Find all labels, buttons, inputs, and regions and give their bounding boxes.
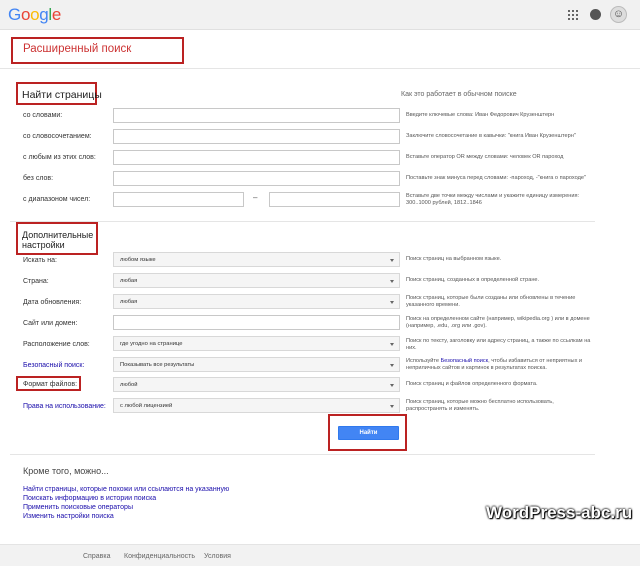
chevron-down-icon bbox=[390, 259, 394, 262]
more-link-operators[interactable]: Применить поисковые операторы bbox=[23, 504, 133, 511]
any-words-label: с любым из этих слов: bbox=[23, 154, 96, 161]
usage-rights-value: с любой лицензией bbox=[120, 403, 173, 409]
safe-search-hint-link[interactable]: Безопасный поиск bbox=[441, 358, 489, 364]
country-label: Страна: bbox=[23, 278, 49, 285]
account-avatar[interactable]: ☺ bbox=[610, 6, 627, 23]
apps-grid-icon[interactable] bbox=[568, 10, 578, 20]
chevron-down-icon bbox=[390, 280, 394, 283]
find-button[interactable]: Найти bbox=[338, 426, 399, 440]
country-select[interactable]: любая bbox=[113, 273, 400, 288]
all-words-input[interactable] bbox=[113, 108, 400, 123]
footer-link-privacy[interactable]: Конфиденциальность bbox=[124, 553, 195, 560]
none-words-input[interactable] bbox=[113, 171, 400, 186]
usage-rights-label[interactable]: Права на использование: bbox=[23, 403, 106, 410]
section-divider bbox=[10, 454, 595, 455]
safe-search-select[interactable]: Показывать все результаты bbox=[113, 357, 400, 372]
more-link-similar[interactable]: Найти страницы, которые похожи или ссыла… bbox=[23, 486, 229, 493]
any-words-hint: Вставьте оператор OR между словами: чело… bbox=[406, 154, 564, 160]
update-date-select[interactable]: любая bbox=[113, 294, 400, 309]
all-words-hint: Введите ключевые слова: Иван Федорович К… bbox=[406, 112, 555, 118]
more-link-history[interactable]: Поискать информацию в истории поиска bbox=[23, 495, 156, 502]
range-from-input[interactable] bbox=[113, 192, 244, 207]
number-range-hint: Вставьте две точки между числами и укажи… bbox=[406, 193, 580, 206]
logo-letter: G bbox=[8, 5, 21, 24]
chevron-down-icon bbox=[390, 364, 394, 367]
page-title: Расширенный поиск bbox=[23, 43, 132, 55]
exact-phrase-hint: Заключите словосочетание в кавычки: "кни… bbox=[406, 133, 576, 139]
more-link-settings[interactable]: Изменить настройки поиска bbox=[23, 513, 114, 520]
word-position-select[interactable]: где угодно на странице bbox=[113, 336, 400, 351]
range-to-input[interactable] bbox=[269, 192, 400, 207]
chevron-down-icon bbox=[390, 301, 394, 304]
range-dash: – bbox=[253, 193, 258, 202]
file-format-value: любой bbox=[120, 382, 138, 388]
site-domain-hint: Поиск на определенном сайте (например, w… bbox=[406, 316, 590, 329]
safe-search-hint-prefix: Используйте bbox=[406, 358, 441, 364]
language-select[interactable]: любом языке bbox=[113, 252, 400, 267]
footer: Справка Конфиденциальность Условия bbox=[0, 544, 640, 566]
usage-rights-hint: Поиск страниц, которые можно бесплатно и… bbox=[406, 399, 554, 412]
logo-letter: o bbox=[20, 5, 31, 24]
update-date-hint: Поиск страниц, которые были созданы или … bbox=[406, 295, 576, 308]
chevron-down-icon bbox=[390, 405, 394, 408]
safe-search-value: Показывать все результаты bbox=[120, 362, 195, 368]
usage-rights-select[interactable]: с любой лицензией bbox=[113, 398, 400, 413]
file-format-label: Формат файлов: bbox=[23, 381, 78, 388]
file-format-hint: Поиск страниц и файлов определенного фор… bbox=[406, 381, 538, 387]
exact-phrase-input[interactable] bbox=[113, 129, 400, 144]
google-logo[interactable]: Google bbox=[8, 5, 61, 25]
site-domain-input[interactable] bbox=[113, 315, 400, 330]
word-position-label: Расположение слов: bbox=[23, 341, 90, 348]
language-hint: Поиск страниц на выбранном языке. bbox=[406, 256, 502, 262]
country-hint: Поиск страниц, созданных в определенной … bbox=[406, 277, 540, 283]
none-words-label: без слов: bbox=[23, 175, 54, 182]
number-range-label: с диапазоном чисел: bbox=[23, 196, 91, 203]
none-words-hint: Поставьте знак минуса перед словами: -па… bbox=[406, 175, 586, 181]
more-heading: Кроме того, можно... bbox=[23, 466, 109, 476]
site-domain-label: Сайт или домен: bbox=[23, 320, 78, 327]
any-words-input[interactable] bbox=[113, 150, 400, 165]
word-position-value: где угодно на странице bbox=[120, 341, 183, 347]
logo-letter: e bbox=[51, 5, 62, 24]
chevron-down-icon bbox=[390, 384, 394, 387]
find-pages-heading: Найти страницы bbox=[22, 89, 102, 101]
logo-letter: o bbox=[30, 5, 40, 24]
language-value: любом языке bbox=[120, 257, 156, 263]
watermark-text: WordPress-abc.ru bbox=[486, 503, 633, 522]
footer-link-help[interactable]: Справка bbox=[83, 553, 110, 560]
country-value: любая bbox=[120, 278, 138, 284]
exact-phrase-label: со словосочетанием: bbox=[23, 133, 92, 140]
top-bar: Google ☺ bbox=[0, 0, 640, 30]
word-position-hint: Поиск по тексту, заголовку или адресу ст… bbox=[406, 338, 591, 351]
extra-settings-heading: Дополнительные настройки bbox=[22, 230, 94, 250]
notifications-icon[interactable] bbox=[590, 9, 601, 20]
how-it-works-heading: Как это работает в обычном поиске bbox=[401, 91, 517, 98]
file-format-select[interactable]: любой bbox=[113, 377, 400, 392]
language-label: Искать на: bbox=[23, 257, 57, 264]
all-words-label: со словами: bbox=[23, 112, 63, 119]
update-date-label: Дата обновления: bbox=[23, 299, 82, 306]
chevron-down-icon bbox=[390, 343, 394, 346]
safe-search-hint: Используйте Безопасный поиск, чтобы изба… bbox=[406, 358, 596, 372]
safe-search-label[interactable]: Безопасный поиск: bbox=[23, 362, 84, 369]
update-date-value: любая bbox=[120, 299, 138, 305]
footer-link-terms[interactable]: Условия bbox=[204, 553, 231, 560]
